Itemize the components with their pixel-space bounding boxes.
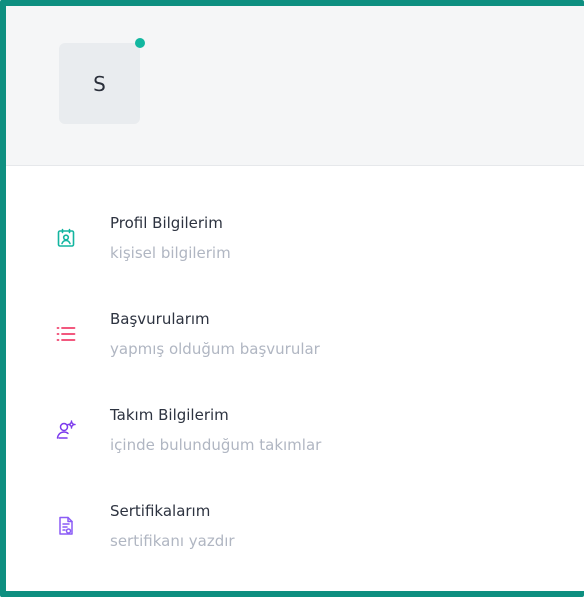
menu-item-title: Başvurularım (110, 310, 210, 328)
menu-item-applications[interactable]: Başvurularım yapmış olduğum başvurular (6, 298, 584, 394)
menu-item-subtitle: yapmış olduğum başvurular (110, 340, 320, 358)
list-icon (54, 322, 78, 346)
team-settings-icon (54, 418, 78, 442)
menu-item-profile-info[interactable]: Profil Bilgilerim kişisel bilgilerim (6, 202, 584, 298)
profile-menu: Profil Bilgilerim kişisel bilgilerim Baş… (6, 202, 584, 586)
menu-item-subtitle: kişisel bilgilerim (110, 244, 231, 262)
menu-item-subtitle: içinde bulunduğum takımlar (110, 436, 322, 454)
avatar[interactable]: S (59, 43, 140, 124)
menu-item-title: Sertifikalarım (110, 502, 211, 520)
profile-menu-panel: S Profil Bilgilerim kişisel bilgilerim B… (0, 0, 584, 597)
certificate-icon (54, 514, 78, 538)
menu-item-subtitle: sertifikanı yazdır (110, 532, 235, 550)
profile-card-icon (54, 226, 78, 250)
avatar-initial: S (93, 71, 106, 96)
menu-item-title: Takım Bilgilerim (110, 406, 229, 424)
menu-item-team-info[interactable]: Takım Bilgilerim içinde bulunduğum takım… (6, 394, 584, 490)
menu-item-title: Profil Bilgilerim (110, 214, 223, 232)
online-status-dot (135, 38, 145, 48)
profile-header: S (6, 6, 584, 166)
menu-item-certificates[interactable]: Sertifikalarım sertifikanı yazdır (6, 490, 584, 586)
